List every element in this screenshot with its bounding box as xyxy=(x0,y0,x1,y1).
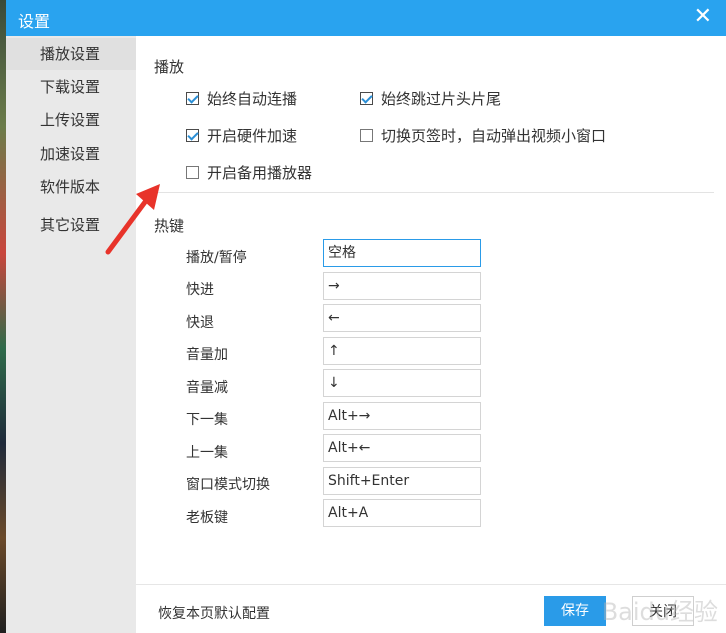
hotkey-input-play-pause[interactable]: 空格 xyxy=(323,239,481,267)
sidebar-item-acceleration[interactable]: 加速设置 xyxy=(6,138,136,170)
hotkey-label-prev-episode: 上一集 xyxy=(186,445,228,461)
skip-intro-outro-checkbox[interactable]: 始终跳过片头片尾 xyxy=(360,88,501,109)
hotkey-input-forward[interactable]: → xyxy=(323,272,481,300)
hotkey-label-boss-key: 老板键 xyxy=(186,510,228,526)
sidebar: 播放设置 下载设置 上传设置 加速设置 软件版本 其它设置 xyxy=(6,36,136,633)
hotkey-label-play-pause: 播放/暂停 xyxy=(186,250,247,266)
auto-continue-checkbox[interactable]: 始终自动连播 xyxy=(186,88,297,109)
checkbox-unchecked-icon xyxy=(360,129,373,142)
settings-panel: 播放 始终自动连播 始终跳过片头片尾 开启硬件加速 切换页签时，自动弹出视频小窗… xyxy=(136,36,726,633)
hotkey-input-rewind[interactable]: ← xyxy=(323,304,481,332)
sidebar-item-upload[interactable]: 上传设置 xyxy=(6,104,136,136)
checkbox-label: 切换页签时，自动弹出视频小窗口 xyxy=(381,127,607,145)
hotkey-input-prev-episode[interactable]: Alt+← xyxy=(323,434,481,462)
close-icon[interactable]: ✕ xyxy=(694,5,712,29)
hotkey-label-volume-up: 音量加 xyxy=(186,347,228,363)
checkbox-label: 开启备用播放器 xyxy=(207,164,313,182)
checkbox-label: 始终自动连播 xyxy=(207,90,298,108)
hotkey-input-next-episode[interactable]: Alt+→ xyxy=(323,402,481,430)
checkbox-label: 开启硬件加速 xyxy=(207,127,298,145)
hotkey-input-volume-down[interactable]: ↓ xyxy=(323,369,481,397)
checkbox-label: 始终跳过片头片尾 xyxy=(381,90,502,108)
hotkey-label-next-episode: 下一集 xyxy=(186,412,228,428)
checkbox-unchecked-icon xyxy=(186,166,199,179)
hardware-acceleration-checkbox[interactable]: 开启硬件加速 xyxy=(186,125,297,146)
hotkey-label-window-mode: 窗口模式切换 xyxy=(186,477,270,493)
backup-player-checkbox[interactable]: 开启备用播放器 xyxy=(186,162,312,183)
footer-divider xyxy=(136,584,726,585)
window-title: 设置 xyxy=(18,12,51,31)
checkbox-checked-icon xyxy=(186,92,199,105)
save-button[interactable]: 保存 xyxy=(544,596,606,626)
checkbox-checked-icon xyxy=(360,92,373,105)
section-divider xyxy=(154,192,714,193)
hotkey-input-volume-up[interactable]: ↑ xyxy=(323,337,481,365)
hotkey-input-window-mode[interactable]: Shift+Enter xyxy=(323,467,481,495)
restore-defaults-link[interactable]: 恢复本页默认配置 xyxy=(158,603,270,623)
checkbox-checked-icon xyxy=(186,129,199,142)
hotkey-input-boss-key[interactable]: Alt+A xyxy=(323,499,481,527)
hotkey-label-forward: 快进 xyxy=(186,282,214,298)
title-bar: 设置 ✕ xyxy=(6,0,726,36)
hotkey-label-rewind: 快退 xyxy=(186,315,214,331)
sidebar-item-playback[interactable]: 播放设置 xyxy=(6,38,136,70)
hotkey-label-volume-down: 音量减 xyxy=(186,380,228,396)
mini-window-checkbox[interactable]: 切换页签时，自动弹出视频小窗口 xyxy=(360,125,606,146)
watermark: Baidu经验 xyxy=(601,598,718,626)
annotation-arrow-icon xyxy=(105,184,160,255)
sidebar-item-download[interactable]: 下载设置 xyxy=(6,71,136,103)
playback-section-title: 播放 xyxy=(154,58,185,76)
